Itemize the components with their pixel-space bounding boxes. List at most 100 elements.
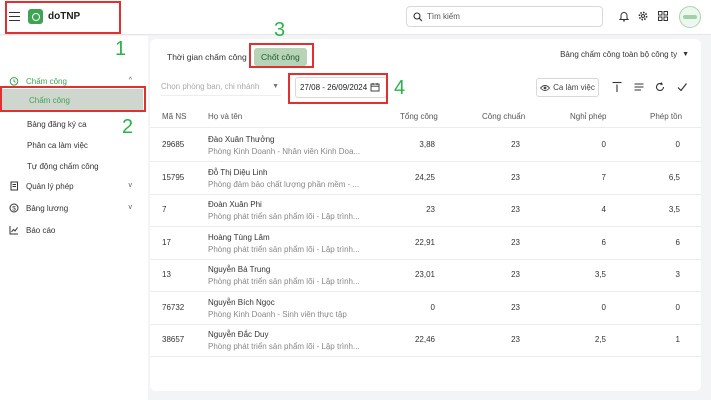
cell-tong-cong: 23 [426, 205, 435, 214]
cell-employee-id: 7 [162, 205, 167, 214]
caret-down-icon: ▼ [272, 83, 279, 90]
cell-cong-chuan: 23 [511, 205, 520, 214]
cell-tong-cong: 23,01 [414, 270, 435, 279]
cell-employee-name: Nguyễn Bá Trung [208, 265, 271, 274]
text-align-icon[interactable] [633, 81, 645, 93]
cell-employee-department: Phòng Kinh Doanh - Nhân viên Kinh Doa... [208, 147, 361, 156]
company-select-label: Bảng chấm công toàn bộ công ty [560, 50, 678, 59]
cell-nghi-phep: 7 [601, 172, 606, 182]
col-header-ho-ten: Họ và tên [208, 112, 243, 121]
annotation-box-2 [0, 86, 146, 112]
cell-employee-id: 17 [162, 237, 171, 247]
svg-text:$: $ [12, 205, 16, 212]
cell-phep-ton: 3,5 [668, 205, 680, 214]
col-header-nghi-phep: Nghỉ phép [570, 112, 607, 121]
cell-nghi-phep: 3,5 [594, 270, 606, 279]
cell-employee-id: 13 [162, 270, 171, 279]
sidebar-group-label: Bảng lương [26, 203, 69, 213]
cell-nghi-phep: 0 [601, 302, 606, 312]
apps-grid-icon[interactable] [657, 10, 669, 22]
shift-view-button[interactable]: Ca làm việc [536, 78, 599, 97]
cell-nghi-phep: 4 [601, 205, 606, 214]
avatar[interactable] [679, 6, 701, 28]
cell-employee-name: Đào Xuân Thưởng [208, 135, 275, 144]
cell-employee-id: 76732 [162, 302, 185, 312]
cell-employee-id: 29685 [162, 140, 185, 149]
eye-icon [540, 84, 551, 91]
cell-employee-department: Phòng phát triển sản phẩm lõi - Lập trìn… [208, 244, 360, 254]
sidebar-item-tu-dong-cham-cong[interactable]: Tự động chấm công [0, 155, 145, 177]
table-row[interactable]: 15795 Đỗ Thị Diệu Linh Phòng đảm bảo chất … [150, 162, 701, 195]
annotation-box-3 [249, 43, 314, 68]
cell-cong-chuan: 23 [511, 237, 520, 247]
cell-employee-department: Phòng đảm bảo chất lượng phần mềm - ... [208, 179, 360, 189]
annotation-number-4: 4 [394, 77, 406, 99]
gear-icon[interactable] [637, 10, 649, 22]
cell-employee-name: Nguyễn Đắc Duy [208, 330, 269, 339]
table-row[interactable]: 76732 Nguyễn Bích Ngọc Phòng Kinh Doanh - … [150, 292, 701, 325]
table-header: Mã NS Họ và tên Tổng công Công chuẩn Ngh… [150, 106, 701, 128]
table-row[interactable]: 17 Hoàng Tùng Lâm Phòng phát triển sản phẩ… [150, 227, 701, 260]
cell-tong-cong: 22,91 [414, 237, 435, 247]
cell-employee-name: Nguyễn Bích Ngọc [208, 297, 275, 307]
cell-nghi-phep: 2,5 [594, 335, 606, 344]
sidebar-group-bao-cao[interactable]: Báo cáo [8, 221, 140, 239]
sidebar-group-label: Chấm công [26, 76, 67, 86]
cell-phep-ton: 6,5 [668, 172, 680, 182]
cell-employee-name: Hoàng Tùng Lâm [208, 232, 270, 242]
clock-icon [8, 76, 19, 87]
chart-icon [8, 225, 19, 236]
col-header-phep-ton: Phép tồn [650, 112, 683, 121]
check-icon[interactable] [676, 81, 688, 93]
sidebar-group-bang-luong[interactable]: $ Bảng lương v [8, 199, 140, 217]
cell-phep-ton: 0 [675, 302, 680, 312]
department-select[interactable]: Chọn phòng ban, chi nhánh ▼ [161, 78, 281, 96]
company-timesheet-select[interactable]: Bảng chấm công toàn bộ công ty ▼ [560, 50, 689, 59]
table-row[interactable]: 7 Đoàn Xuân Phi Phòng phát triển sản phẩm … [150, 194, 701, 227]
tab-thoi-gian-cham-cong[interactable]: Thời gian chấm công [167, 48, 247, 66]
chevron-down-icon: v [128, 182, 133, 189]
sidebar-group-label: Báo cáo [26, 225, 56, 235]
cell-employee-id: 38657 [162, 335, 185, 344]
cell-employee-name: Đỗ Thị Diệu Linh [208, 167, 268, 177]
annotation-number-2: 2 [122, 116, 134, 138]
cell-employee-name: Đoàn Xuân Phi [208, 200, 262, 209]
sidebar-group-quan-ly-phep[interactable]: Quản lý phép v [8, 177, 140, 195]
refresh-icon[interactable] [654, 81, 666, 93]
cell-phep-ton: 6 [675, 237, 680, 247]
cell-phep-ton: 3 [675, 270, 680, 279]
cell-cong-chuan: 23 [511, 140, 520, 149]
search-input[interactable] [427, 12, 597, 21]
caret-down-icon: ▼ [682, 51, 689, 58]
search-box[interactable] [406, 6, 603, 27]
table-row[interactable]: 38657 Nguyễn Đắc Duy Phòng phát triển sản … [150, 324, 701, 357]
cell-cong-chuan: 23 [511, 302, 520, 312]
table-row[interactable]: 13 Nguyễn Bá Trung Phòng phát triển sản ph… [150, 259, 701, 292]
dollar-icon: $ [8, 203, 19, 214]
col-header-tong-cong: Tổng công [400, 112, 438, 121]
sidebar-group-label: Quản lý phép [26, 181, 74, 191]
cell-nghi-phep: 6 [601, 237, 606, 247]
cell-phep-ton: 1 [675, 335, 680, 344]
col-header-cong-chuan: Công chuẩn [482, 112, 526, 121]
department-placeholder: Chọn phòng ban, chi nhánh [161, 82, 260, 91]
cell-cong-chuan: 23 [511, 335, 520, 344]
cell-cong-chuan: 23 [511, 172, 520, 182]
cell-phep-ton: 0 [675, 140, 680, 149]
shift-button-label: Ca làm việc [553, 83, 595, 92]
cell-employee-department: Phòng Kinh Doanh - Sinh viên thực tập [208, 309, 347, 319]
annotation-box-1 [5, 1, 121, 34]
bell-icon[interactable] [618, 10, 630, 22]
col-header-ma-ns: Mã NS [162, 112, 187, 121]
cell-nghi-phep: 0 [601, 140, 606, 149]
cell-tong-cong: 3,88 [419, 140, 435, 149]
chevron-up-icon: ^ [128, 77, 132, 84]
document-icon [8, 181, 19, 192]
cell-tong-cong: 0 [430, 302, 435, 312]
cell-employee-id: 15795 [162, 172, 185, 182]
table-row[interactable]: 29685 Đào Xuân Thưởng Phòng Kinh Doanh - N… [150, 129, 701, 162]
cell-cong-chuan: 23 [511, 270, 520, 279]
annotation-number-1: 1 [115, 38, 127, 60]
cell-employee-department: Phòng phát triển sản phẩm lõi - Lập trìn… [208, 342, 360, 351]
align-top-icon[interactable] [611, 81, 623, 93]
